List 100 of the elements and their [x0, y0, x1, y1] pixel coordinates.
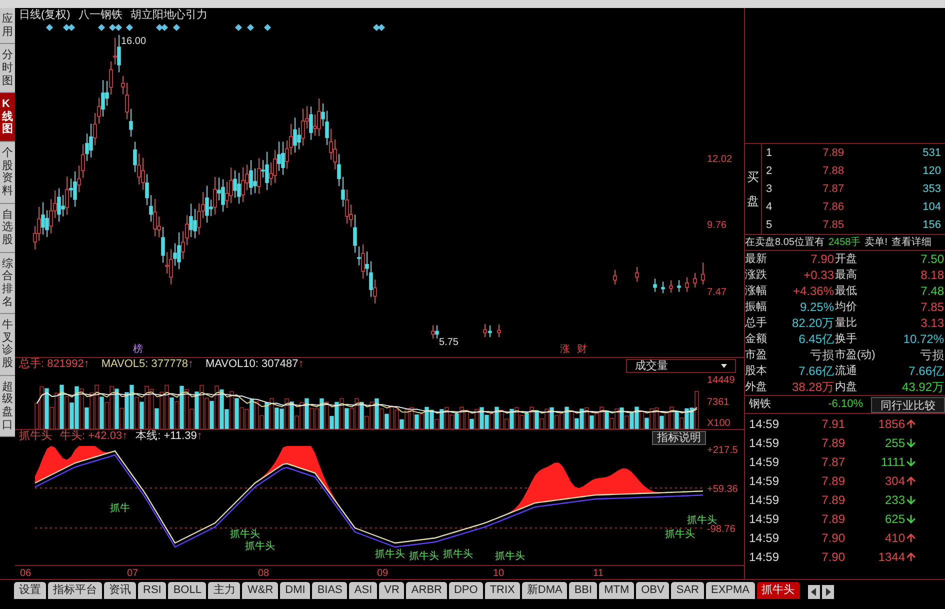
signal-label: 抓牛头	[687, 514, 717, 526]
price-axis-label: 7.47	[707, 286, 726, 300]
stat-value: +4.36%	[792, 283, 835, 299]
stat-label: 内盘	[835, 380, 858, 395]
signal-label: 抓牛头	[375, 548, 405, 562]
signal-label: 抓牛头	[245, 540, 275, 554]
indicator-tab[interactable]: VR	[379, 582, 404, 599]
indicator-tab[interactable]: BBI	[569, 582, 598, 599]
side-tab[interactable]: 超级盘口	[0, 376, 15, 438]
bid-level: 2	[765, 164, 774, 179]
bid-level: 4	[765, 200, 774, 215]
volume-reading: MAVOL5: 377778↑	[101, 357, 194, 372]
indicator-tab[interactable]: 资讯	[104, 582, 136, 599]
indicator-axis-label: -98.76	[707, 524, 736, 537]
indicator-tab[interactable]: MTM	[599, 582, 634, 599]
stat-label: 最低	[835, 284, 858, 299]
date-axis-label: 07	[127, 567, 138, 581]
stat-value: 7.48	[920, 283, 945, 299]
indicator-tab[interactable]: W&R	[242, 582, 278, 599]
indicator-tab[interactable]: TRIX	[484, 582, 520, 599]
indicator-tab[interactable]: 主力	[208, 582, 240, 599]
stat-value: 6.45亿	[798, 331, 835, 347]
indicator-tab[interactable]: RSI	[138, 582, 166, 599]
bid-price: 7.85	[822, 218, 844, 233]
bid-price: 7.87	[822, 182, 844, 197]
stat-label: 最新	[745, 252, 768, 267]
indicator-tab[interactable]: OBV	[636, 582, 670, 599]
indicator-tab[interactable]: 抓牛头	[756, 582, 800, 599]
trade-volume: 625	[884, 510, 905, 528]
side-tab[interactable]: 分时图	[0, 44, 15, 94]
date-axis-label: 08	[258, 567, 270, 581]
bid-level: 1	[765, 146, 774, 161]
high-price-label: 16.00	[121, 35, 146, 49]
side-tab[interactable]: 自选股	[0, 204, 15, 253]
price-axis-label: 9.76	[707, 219, 726, 233]
stat-label: 流通	[835, 364, 858, 379]
stat-label: 均价	[835, 300, 858, 315]
volume-axis-label: 14449	[707, 374, 735, 388]
stat-value: 43.92万	[900, 379, 945, 395]
indicator-reading: 牛头: +42.03↑	[60, 429, 128, 444]
indicator-tab[interactable]: ASI	[349, 582, 378, 599]
indicator-tab[interactable]: ARBR	[406, 582, 447, 599]
stock-name: 八一钢铁	[78, 8, 122, 22]
signal-label: 抓牛头	[230, 528, 260, 540]
stat-value: 7.66亿	[798, 363, 835, 379]
indicator-tab[interactable]: SAR	[671, 582, 704, 599]
indicator-help-button[interactable]: 指标说明	[652, 431, 706, 445]
trade-time: 14:59	[748, 416, 780, 432]
stat-label: 市盈(动)	[835, 348, 876, 363]
stat-label: 振幅	[745, 300, 768, 315]
bid-level: 5	[765, 218, 774, 233]
bid-volume: 531	[922, 146, 941, 161]
stat-label: 涨跌	[745, 268, 768, 283]
stat-value: 7.50	[920, 251, 945, 267]
side-tab[interactable]: K线图	[0, 93, 15, 142]
indicator-reading: 本线: +11.39↑	[136, 429, 202, 444]
stat-label: 市盈	[745, 348, 768, 363]
volume-reading: 总手: 821992↑	[19, 357, 90, 372]
scroll-left-icon[interactable]	[808, 585, 820, 599]
scroll-right-icon[interactable]	[822, 585, 834, 599]
trade-volume: 255	[884, 434, 905, 452]
caret-icon	[721, 364, 727, 368]
indicator-tab[interactable]: DPO	[448, 582, 483, 599]
industry-compare-button[interactable]: 同行业比较	[871, 396, 945, 412]
side-tab[interactable]: 牛叉诊股	[0, 314, 15, 376]
event-marker: 财	[577, 342, 587, 357]
indicator-tab[interactable]: 指标平台	[48, 582, 102, 599]
event-marker: 涨	[560, 342, 570, 357]
details-link[interactable]: 查看详细	[892, 235, 932, 250]
date-axis-label: 10	[493, 567, 504, 581]
price-axis-label: 12.02	[707, 153, 732, 167]
trade-price: 7.87	[820, 454, 845, 470]
bid-price: 7.86	[822, 200, 844, 215]
indicator-tab[interactable]: BIAS	[312, 582, 348, 599]
chart-period: 日线(复权)	[19, 8, 70, 22]
stat-label: 量比	[835, 316, 858, 331]
stat-value: 7.85	[920, 299, 945, 315]
volume-dropdown[interactable]: 成交量	[626, 359, 736, 373]
indicator-tab[interactable]: BOLL	[168, 582, 206, 599]
indicator-tab[interactable]: 设置	[14, 582, 46, 599]
volume-axis-label: X100	[707, 417, 730, 431]
trade-price: 7.90	[820, 530, 845, 546]
side-tab[interactable]: 综合排名	[0, 252, 15, 314]
stat-value: 82.20万	[790, 315, 835, 331]
indicator-tab[interactable]: DMI	[280, 582, 310, 599]
bid-side-label: 买盘	[747, 169, 759, 210]
trade-time: 14:59	[748, 510, 780, 528]
signal-label: 抓牛	[110, 502, 130, 516]
date-axis-label: 09	[377, 567, 388, 581]
indicator-axis-label: +59.36	[707, 483, 738, 497]
trade-volume: 1856	[877, 416, 905, 432]
indicator-reading: 抓牛头	[19, 429, 52, 444]
notice-amount: 2458手	[828, 236, 861, 250]
stat-label: 涨幅	[745, 284, 768, 299]
signal-label: 抓牛头	[665, 528, 695, 542]
side-tab[interactable]: 个股资料	[0, 142, 15, 204]
indicator-tab[interactable]: EXPMA	[706, 582, 754, 599]
side-tab[interactable]: 应用	[0, 8, 15, 44]
indicator-tab[interactable]: 新DMA	[522, 582, 568, 599]
volume-reading: MAVOL10: 307487↑	[205, 357, 304, 372]
